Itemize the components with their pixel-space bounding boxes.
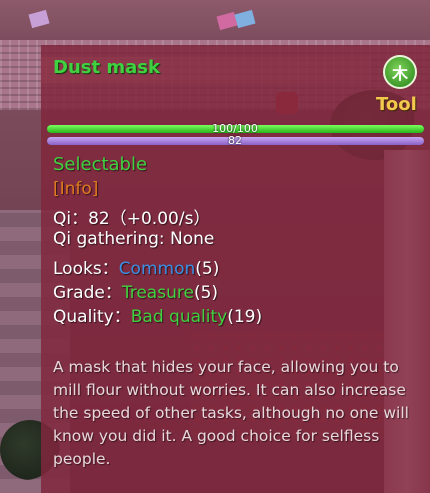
qi-gathering-row: Qi gathering: None: [53, 229, 214, 249]
qi-stat-value: 82（+0.00/s）: [88, 209, 211, 229]
looks-row: Looks：Common(5): [53, 254, 219, 279]
qi-stat-row: Qi：82（+0.00/s）: [53, 204, 210, 229]
grade-row: Grade：Treasure(5): [53, 278, 218, 303]
looks-label: Looks：: [53, 259, 119, 279]
item-description: A mask that hides your face, allowing yo…: [53, 358, 409, 468]
looks-value: Common: [118, 259, 196, 279]
qi-gathering-value: None: [170, 229, 215, 249]
qi-gathering-label: Qi gathering:: [53, 229, 171, 249]
quality-value: Bad quality: [130, 307, 228, 327]
info-link[interactable]: [Info]: [53, 179, 98, 199]
quality-row: Quality：Bad quality(19): [53, 302, 262, 327]
item-type-label: Tool: [376, 94, 417, 115]
wood-element-icon: 木: [383, 55, 417, 89]
item-name: Dust mask: [53, 57, 160, 78]
selectable-label[interactable]: Selectable: [53, 154, 147, 175]
grade-score: (5): [193, 283, 219, 303]
quality-score: (19): [227, 307, 263, 327]
grade-label: Grade：: [53, 283, 122, 303]
qi-bar-text: 82: [228, 134, 242, 147]
quality-label: Quality：: [53, 307, 131, 327]
qi-stat-label: Qi：: [53, 209, 89, 229]
looks-score: (5): [195, 259, 220, 279]
grade-value: Treasure: [121, 283, 194, 303]
